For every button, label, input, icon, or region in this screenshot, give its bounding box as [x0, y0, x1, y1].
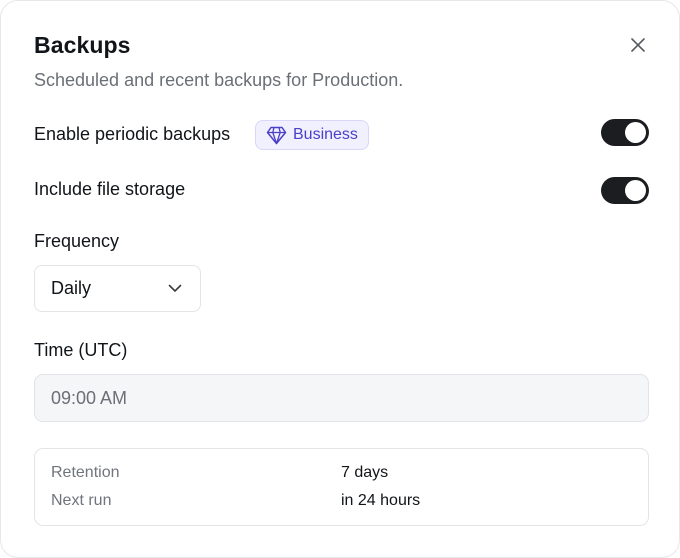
plan-badge-label: Business	[293, 126, 358, 143]
frequency-select[interactable]: Daily	[34, 265, 201, 312]
file-storage-label: Include file storage	[34, 179, 186, 199]
dialog-subtitle: Scheduled and recent backups for Product…	[34, 70, 404, 90]
retention-key: Retention	[51, 464, 120, 481]
dialog-title: Backups	[34, 32, 131, 58]
backup-summary: Retention 7 days Next run in 24 hours	[34, 448, 649, 526]
diamond-icon	[266, 126, 287, 144]
next-run-value: in 24 hours	[341, 492, 421, 509]
frequency-value: Daily	[51, 278, 92, 298]
close-button[interactable]	[625, 32, 651, 58]
toggle-knob	[625, 122, 646, 143]
backups-dialog: Backups Scheduled and recent backups for…	[0, 0, 680, 558]
plan-badge: Business	[255, 120, 369, 150]
retention-value: 7 days	[341, 464, 389, 481]
chevron-down-icon	[168, 284, 182, 292]
time-input[interactable]	[34, 374, 649, 422]
periodic-backups-toggle[interactable]	[601, 119, 649, 146]
file-storage-toggle[interactable]	[601, 177, 649, 204]
next-run-key: Next run	[51, 492, 112, 509]
close-icon	[631, 38, 645, 52]
frequency-label: Frequency	[34, 231, 120, 251]
time-label: Time (UTC)	[34, 340, 128, 360]
periodic-backups-label: Enable periodic backups	[34, 124, 231, 144]
toggle-knob	[625, 180, 646, 201]
